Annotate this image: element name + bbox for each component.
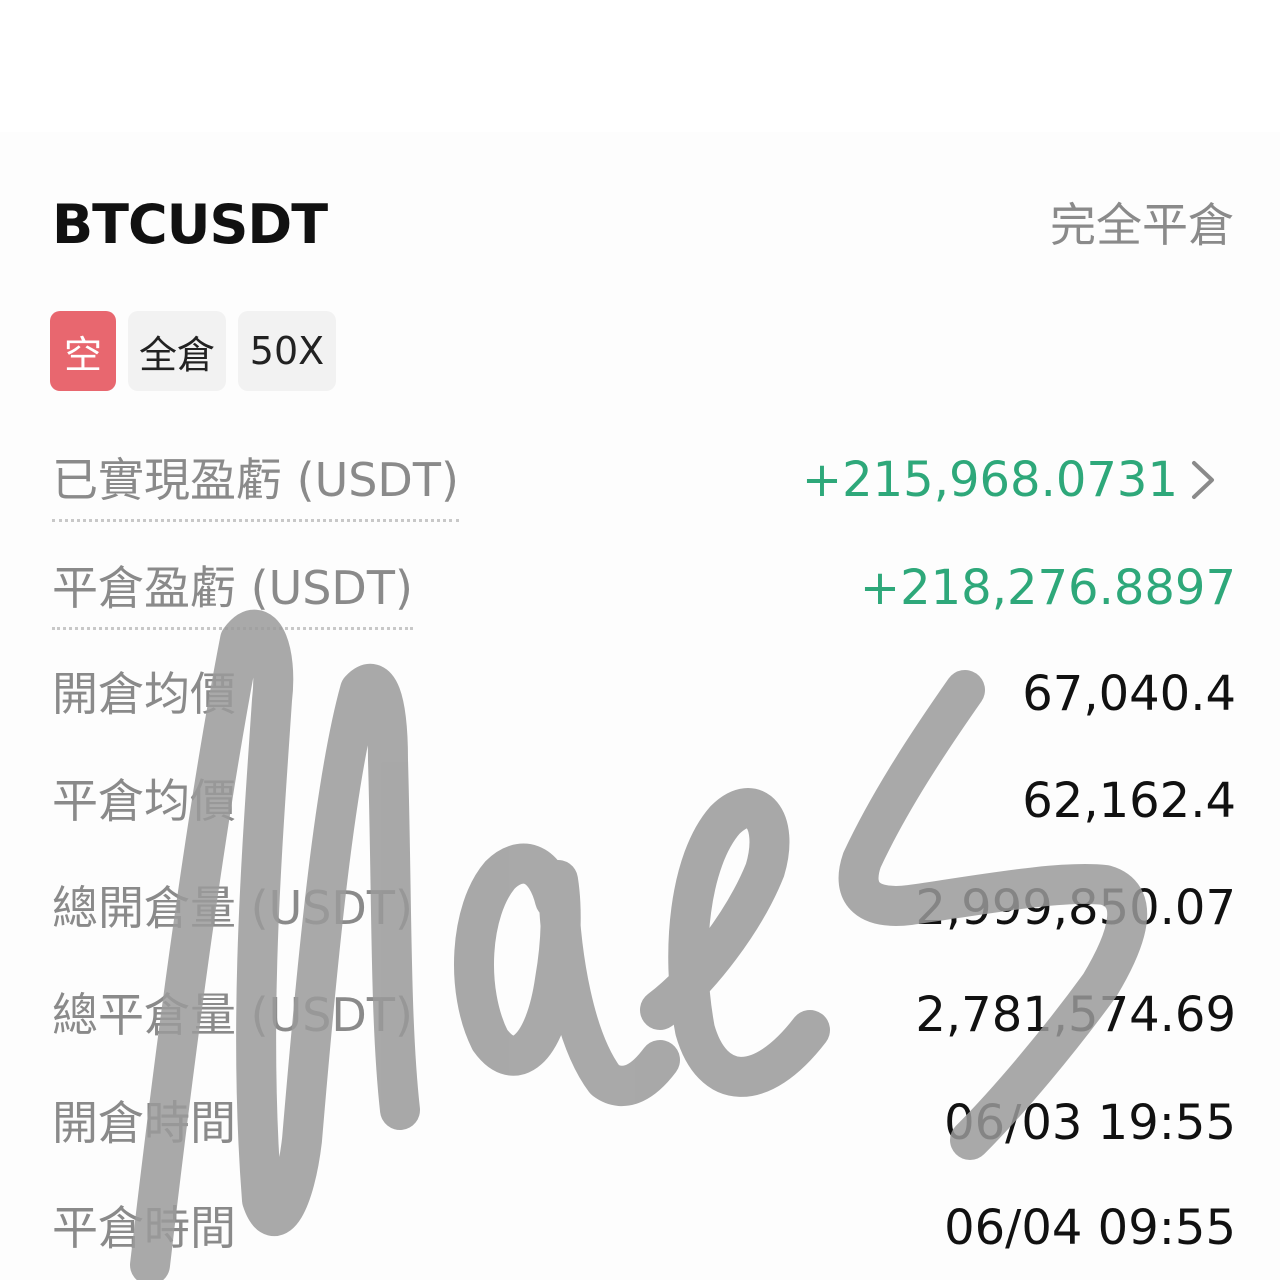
close-pnl-label: 平倉盈虧 (USDT) xyxy=(52,553,413,630)
close-time-row: 平倉時間 06/04 09:55 xyxy=(52,1193,1236,1273)
close-time-label: 平倉時間 xyxy=(52,1201,236,1255)
close-pnl-row: 平倉盈虧 (USDT) +218,276.8897 xyxy=(52,553,1236,633)
total-close-volume-value: 2,781,574.69 xyxy=(915,987,1236,1043)
realized-pnl-value: +215,968.0731 xyxy=(801,452,1178,508)
realized-pnl-label: 已實現盈虧 (USDT) xyxy=(52,445,459,522)
realized-pnl-row[interactable]: 已實現盈虧 (USDT) +215,968.0731 xyxy=(52,445,1236,525)
open-time-value: 06/03 19:55 xyxy=(944,1095,1236,1151)
status-area xyxy=(0,0,1280,132)
close-time-value: 06/04 09:55 xyxy=(944,1200,1236,1256)
open-avg-price-label: 開倉均價 xyxy=(52,667,236,721)
total-open-volume-value: 2,999,850.07 xyxy=(915,880,1236,936)
side-tag: 空 xyxy=(50,311,116,391)
close-pnl-value: +218,276.8897 xyxy=(859,560,1236,616)
close-avg-price-value: 62,162.4 xyxy=(1022,773,1236,829)
position-tags: 空 全倉 50X xyxy=(50,311,336,391)
chevron-right-icon[interactable] xyxy=(1176,453,1230,507)
close-all-button[interactable]: 完全平倉 xyxy=(1050,192,1234,258)
open-time-label: 開倉時間 xyxy=(52,1096,236,1150)
position-symbol: BTCUSDT xyxy=(52,193,328,256)
open-time-row: 開倉時間 06/03 19:55 xyxy=(52,1088,1236,1168)
total-close-volume-row: 總平倉量 (USDT) 2,781,574.69 xyxy=(52,980,1236,1060)
total-close-volume-label: 總平倉量 (USDT) xyxy=(52,988,413,1042)
close-avg-price-label: 平倉均價 xyxy=(52,774,236,828)
margin-mode-tag: 全倉 xyxy=(128,311,226,391)
total-open-volume-row: 總開倉量 (USDT) 2,999,850.07 xyxy=(52,873,1236,953)
open-avg-price-value: 67,040.4 xyxy=(1022,666,1236,722)
close-avg-price-row: 平倉均價 62,162.4 xyxy=(52,766,1236,846)
total-open-volume-label: 總開倉量 (USDT) xyxy=(52,881,413,935)
leverage-tag: 50X xyxy=(238,311,336,391)
open-avg-price-row: 開倉均價 67,040.4 xyxy=(52,659,1236,739)
